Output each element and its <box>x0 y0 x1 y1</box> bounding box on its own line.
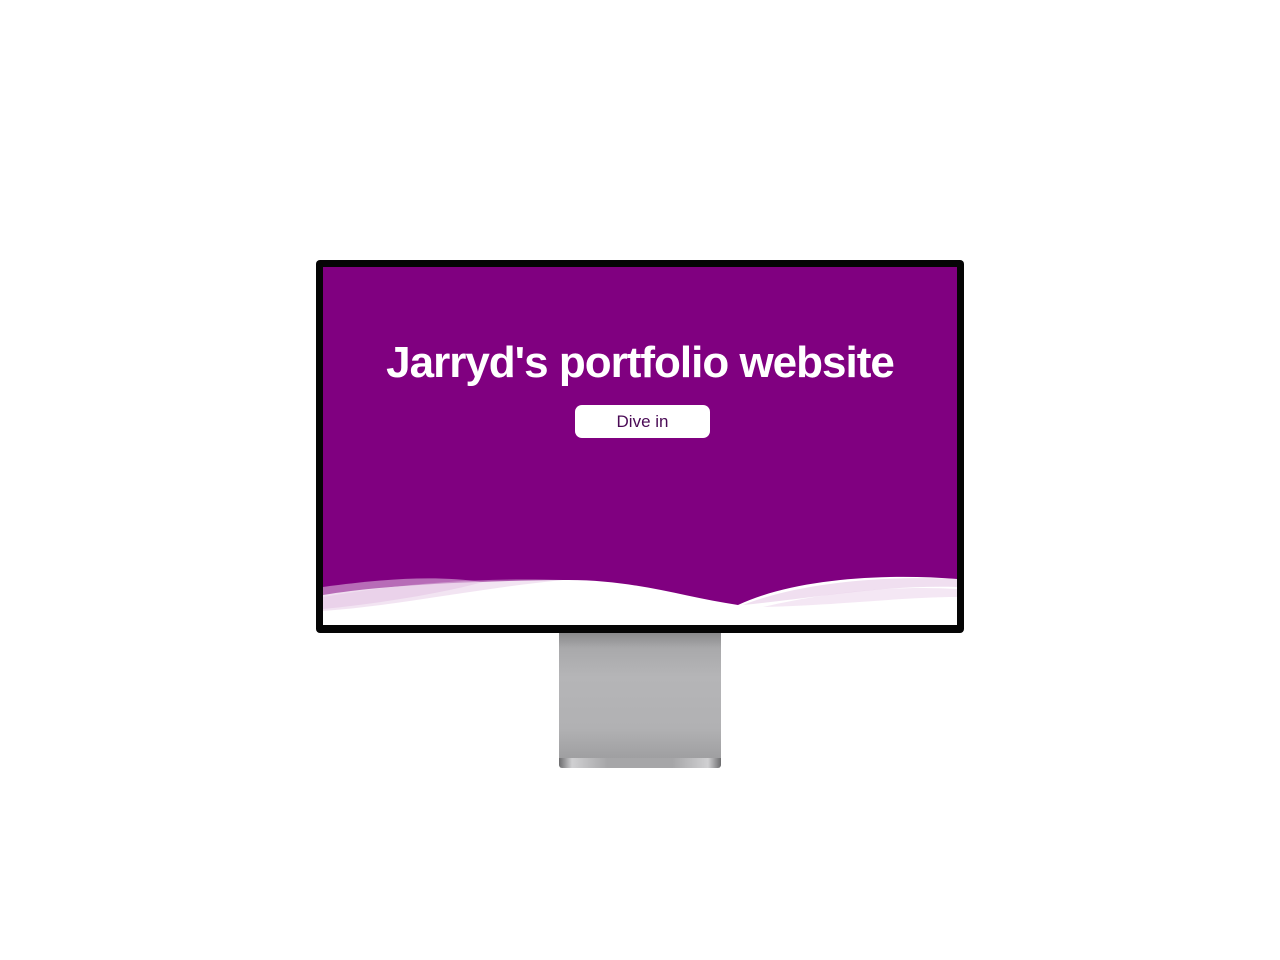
dive-in-button[interactable]: Dive in <box>575 405 710 438</box>
monitor-stand-base <box>559 758 721 768</box>
wave-divider <box>323 267 957 611</box>
hero-title: Jarryd's portfolio website <box>386 338 895 387</box>
monitor-screen: Jarryd's portfolio website Dive in <box>323 267 957 625</box>
mockup-stage: Jarryd's portfolio website Dive in <box>0 0 1280 960</box>
hero-section: Jarryd's portfolio website Dive in <box>323 267 957 625</box>
monitor-stand <box>559 633 721 760</box>
